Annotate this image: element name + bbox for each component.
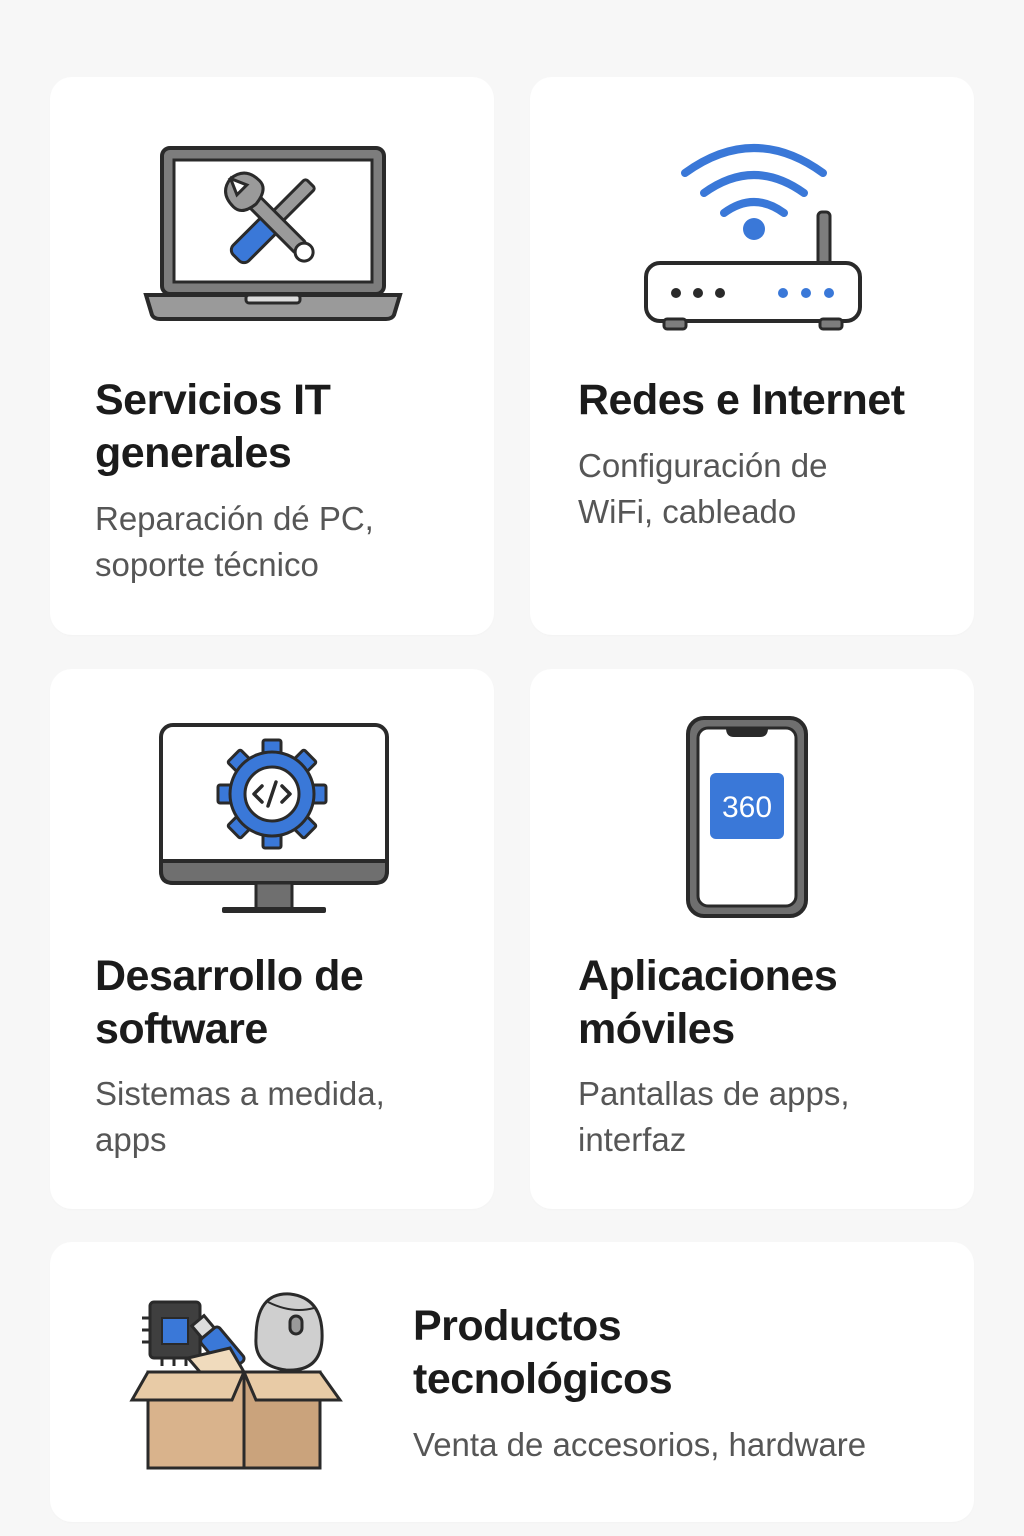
title-line-2: generales xyxy=(95,429,292,477)
app-badge-text: 360 xyxy=(722,791,772,824)
service-card-it[interactable]: Servicios IT generales Reparación dé PC,… xyxy=(50,77,494,635)
desc-line-2: WiFi, cableado xyxy=(578,493,797,530)
box-hardware-icon xyxy=(129,1292,343,1470)
monitor-gear-code-icon xyxy=(159,723,389,913)
title-line-2: software xyxy=(95,1005,268,1053)
desc-line-2: soporte técnico xyxy=(95,546,319,583)
service-description: Venta de accesorios, hardware xyxy=(413,1422,953,1468)
service-title: Redes e Internet xyxy=(578,374,958,427)
title-line-1: Desarrollo de xyxy=(95,952,364,1000)
service-description: Configuración de WiFi, cableado xyxy=(578,443,918,535)
service-title: Servicios IT generales xyxy=(95,374,435,480)
service-title: Productos tecnológicos xyxy=(413,1300,933,1406)
title-line-1: Aplicaciones xyxy=(578,952,838,1000)
service-card-networks[interactable]: Redes e Internet Configuración de WiFi, … xyxy=(530,77,974,635)
service-title: Desarrollo de software xyxy=(95,950,435,1056)
desc-line-1: Reparación dé PC, xyxy=(95,500,374,537)
title-line-1: Redes e Internet xyxy=(578,376,905,424)
service-description: Pantallas de apps, interfaz xyxy=(578,1071,938,1163)
desc-line-2: interfaz xyxy=(578,1121,687,1158)
desc-line-1: Configuración de xyxy=(578,447,828,484)
desc-line-1: Venta de accesorios, hardware xyxy=(413,1426,867,1463)
title-line-2: tecnológicos xyxy=(413,1355,673,1403)
desc-line-2: apps xyxy=(95,1121,167,1158)
service-description: Sistemas a medida, apps xyxy=(95,1071,455,1163)
service-description: Reparación dé PC, soporte técnico xyxy=(95,496,435,588)
wifi-router-icon xyxy=(644,144,862,331)
title-line-1: Servicios IT xyxy=(95,376,331,424)
service-card-software[interactable]: Desarrollo de software Sistemas a medida… xyxy=(50,669,494,1209)
smartphone-icon: 360 xyxy=(686,716,808,918)
laptop-tools-icon xyxy=(143,146,403,321)
title-line-1: Productos xyxy=(413,1302,622,1350)
service-card-products[interactable]: Productos tecnológicos Venta de accesori… xyxy=(50,1242,974,1522)
service-card-mobile[interactable]: 360 Aplicaciones móviles Pantallas de ap… xyxy=(530,669,974,1209)
desc-line-1: Pantallas de apps, xyxy=(578,1075,850,1112)
desc-line-1: Sistemas a medida, xyxy=(95,1075,385,1112)
title-line-2: móviles xyxy=(578,1005,735,1053)
service-title: Aplicaciones móviles xyxy=(578,950,918,1056)
